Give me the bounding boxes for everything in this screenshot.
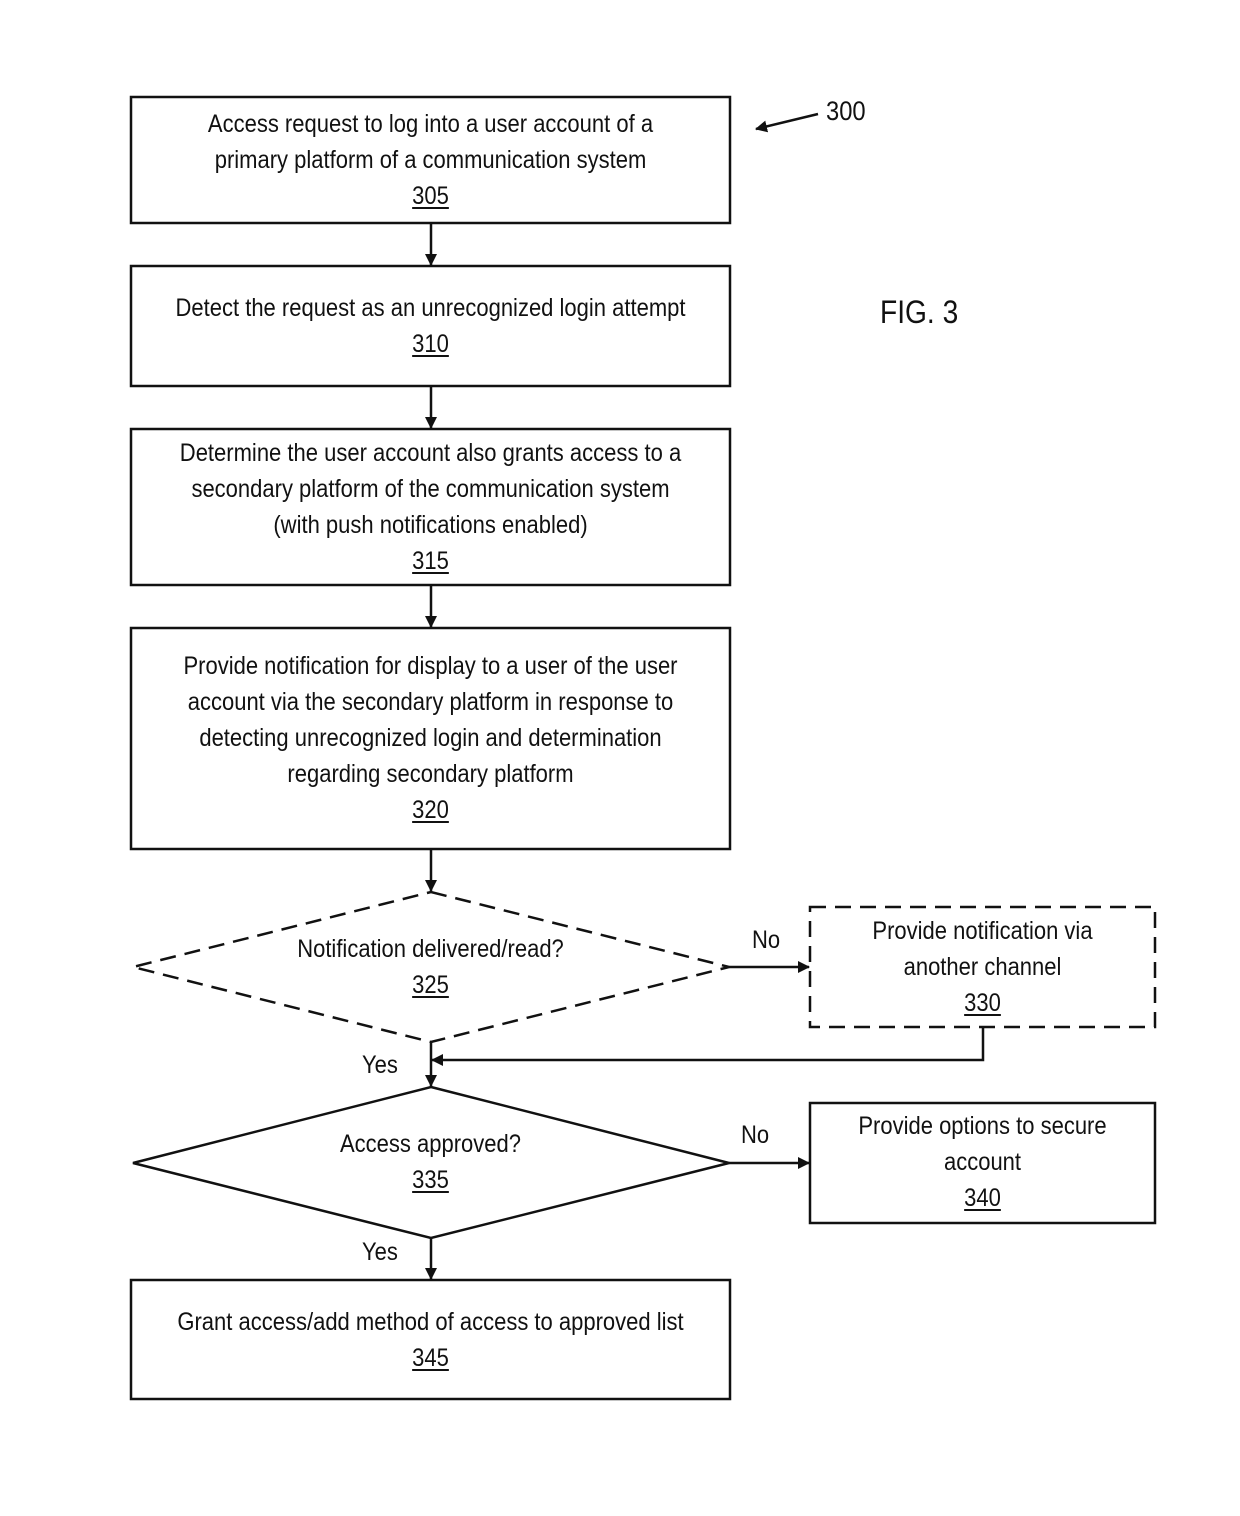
- node-305-text: Access request to log into a user accoun…: [167, 106, 694, 214]
- node-305-ref: 305: [412, 182, 449, 210]
- node-320-line-1: Provide notification for display to a us…: [183, 652, 678, 680]
- node-335-ref: 335: [412, 1166, 449, 1194]
- node-315-text: Determine the user account also grants a…: [167, 435, 694, 579]
- node-330-ref: 330: [964, 989, 1001, 1017]
- node-330-line-2: another channel: [903, 953, 1062, 981]
- figure-title: FIG. 3: [880, 294, 959, 330]
- node-335-text: Access approved? 335: [167, 1126, 694, 1198]
- edge-label-no-325: No: [752, 926, 781, 954]
- node-320-line-2: account via the secondary platform in re…: [187, 688, 674, 716]
- node-305-line-2: primary platform of a communication syst…: [214, 146, 647, 174]
- node-305-line-1: Access request to log into a user accoun…: [207, 110, 654, 138]
- node-315-line-3: (with push notifications enabled): [273, 511, 588, 539]
- node-345-line-1: Grant access/add method of access to app…: [177, 1308, 684, 1336]
- node-320-line-4: regarding secondary platform: [287, 760, 574, 788]
- node-320-line-3: detecting unrecognized login and determi…: [199, 724, 662, 752]
- node-325-line-1: Notification delivered/read?: [297, 935, 564, 963]
- node-310-text: Detect the request as an unrecognized lo…: [167, 290, 694, 362]
- node-310-ref: 310: [412, 330, 449, 358]
- node-320-ref: 320: [412, 796, 449, 824]
- node-340-ref: 340: [964, 1184, 1001, 1212]
- node-335-line-1: Access approved?: [339, 1130, 522, 1158]
- reference-number: 300: [826, 96, 866, 126]
- node-345-ref: 345: [412, 1344, 449, 1372]
- node-325-ref: 325: [412, 971, 449, 999]
- node-340-line-2: account: [943, 1148, 1022, 1176]
- edge-label-no-335: No: [741, 1121, 770, 1149]
- node-340-line-1: Provide options to secure: [858, 1112, 1107, 1140]
- node-330-text: Provide notification via another channel…: [831, 913, 1135, 1021]
- node-315-line-1: Determine the user account also grants a…: [179, 439, 682, 467]
- edge-330-335: [431, 1027, 985, 1066]
- node-330-line-1: Provide notification via: [872, 917, 1093, 945]
- reference-arrow: [755, 112, 819, 133]
- node-340-text: Provide options to secure account 340: [831, 1108, 1135, 1216]
- node-345-text: Grant access/add method of access to app…: [167, 1304, 694, 1376]
- edge-label-yes-325: Yes: [362, 1051, 398, 1079]
- node-315-line-2: secondary platform of the communication …: [191, 475, 670, 503]
- node-310-line-1: Detect the request as an unrecognized lo…: [175, 294, 686, 322]
- node-315-ref: 315: [412, 547, 449, 575]
- node-320-text: Provide notification for display to a us…: [167, 648, 694, 828]
- edge-label-yes-335: Yes: [362, 1238, 398, 1266]
- node-325-text: Notification delivered/read? 325: [167, 931, 694, 1003]
